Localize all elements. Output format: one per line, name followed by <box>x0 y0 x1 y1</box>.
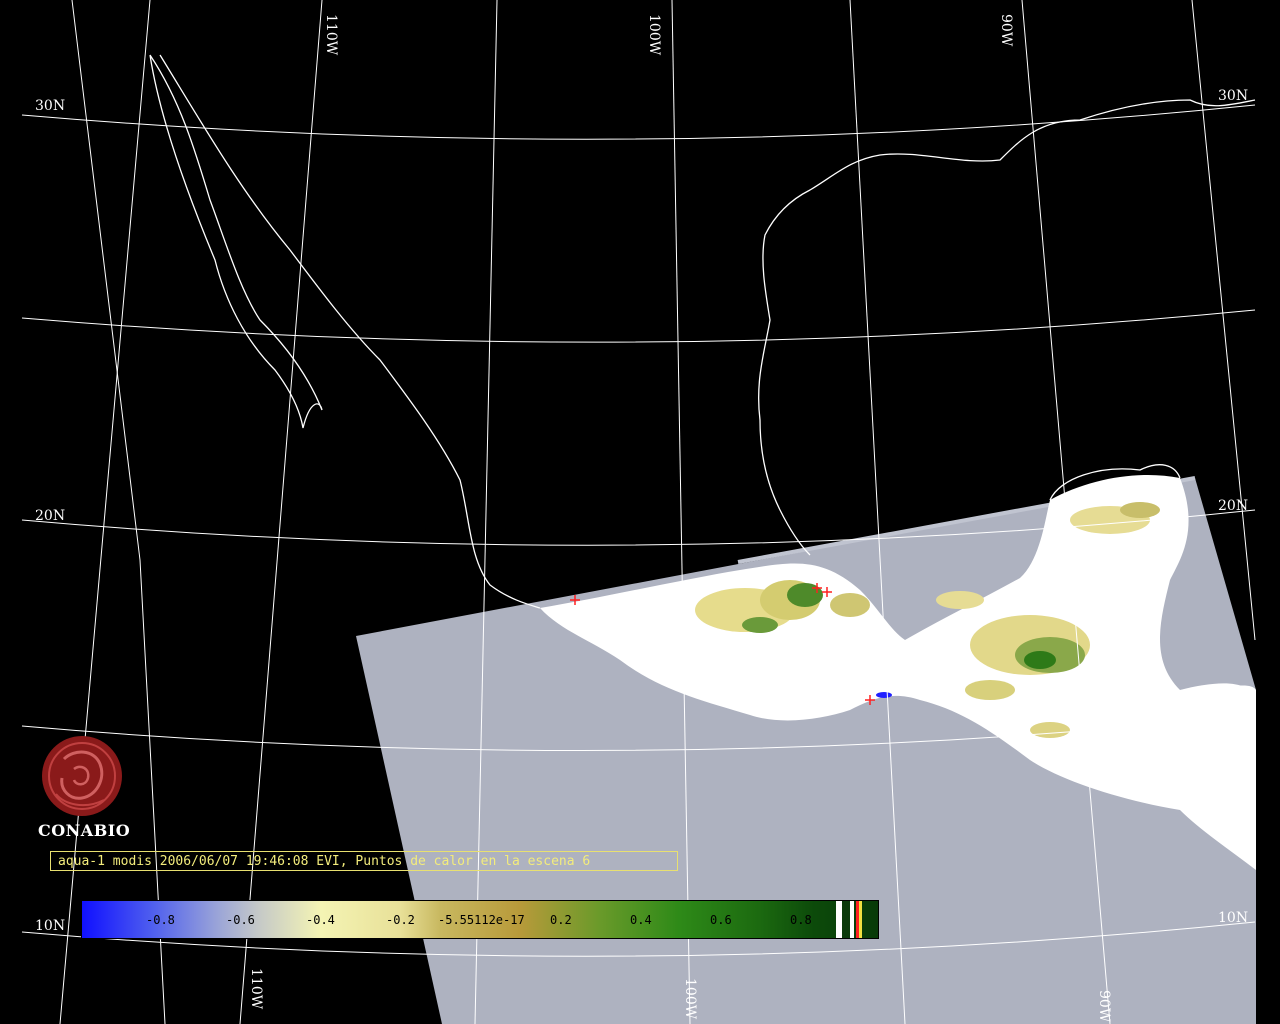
colorbar-label: 0.4 <box>630 913 652 927</box>
lat-label-10n-right: 10N <box>1218 910 1248 926</box>
lon-label-90w-bottom: 90W <box>1096 990 1112 1023</box>
conabio-label: CONABIO <box>38 821 131 840</box>
lon-label-110w-top: 110W <box>323 14 339 56</box>
lon-label-100w-bottom: 100W <box>682 978 698 1020</box>
colorbar-label: -0.4 <box>306 913 335 927</box>
lat-label-30n-right: 30N <box>1218 88 1248 104</box>
lat-label-20n-left: 20N <box>35 508 65 524</box>
lat-label-30n-left: 30N <box>35 98 65 114</box>
colorbar-gap-stripe <box>842 901 850 938</box>
lon-label-100w-top: 100W <box>646 14 662 56</box>
evi-colorbar: -0.8 -0.6 -0.4 -0.2 -5.55112e-17 0.2 0.4… <box>81 900 879 939</box>
colorbar-label: 0.6 <box>710 913 732 927</box>
lon-label-110w-bottom: 110W <box>248 968 264 1010</box>
scene-caption: aqua-1 modis 2006/06/07 19:46:08 EVI, Pu… <box>50 851 678 871</box>
colorbar-white-stripe <box>850 901 854 938</box>
lon-label-90w-top: 90W <box>998 14 1014 47</box>
water-body <box>876 692 892 698</box>
colorbar-label: -0.2 <box>386 913 415 927</box>
lat-label-20n-right: 20N <box>1218 498 1248 514</box>
colorbar-label: 0.8 <box>790 913 812 927</box>
colorbar-label: -0.6 <box>226 913 255 927</box>
lat-label-10n-left: 10N <box>35 918 65 934</box>
colorbar-label: 0.2 <box>550 913 572 927</box>
colorbar-yellow-stripe <box>859 901 862 938</box>
colorbar-label: -5.55112e-17 <box>438 913 525 927</box>
colorbar-label: -0.8 <box>146 913 175 927</box>
